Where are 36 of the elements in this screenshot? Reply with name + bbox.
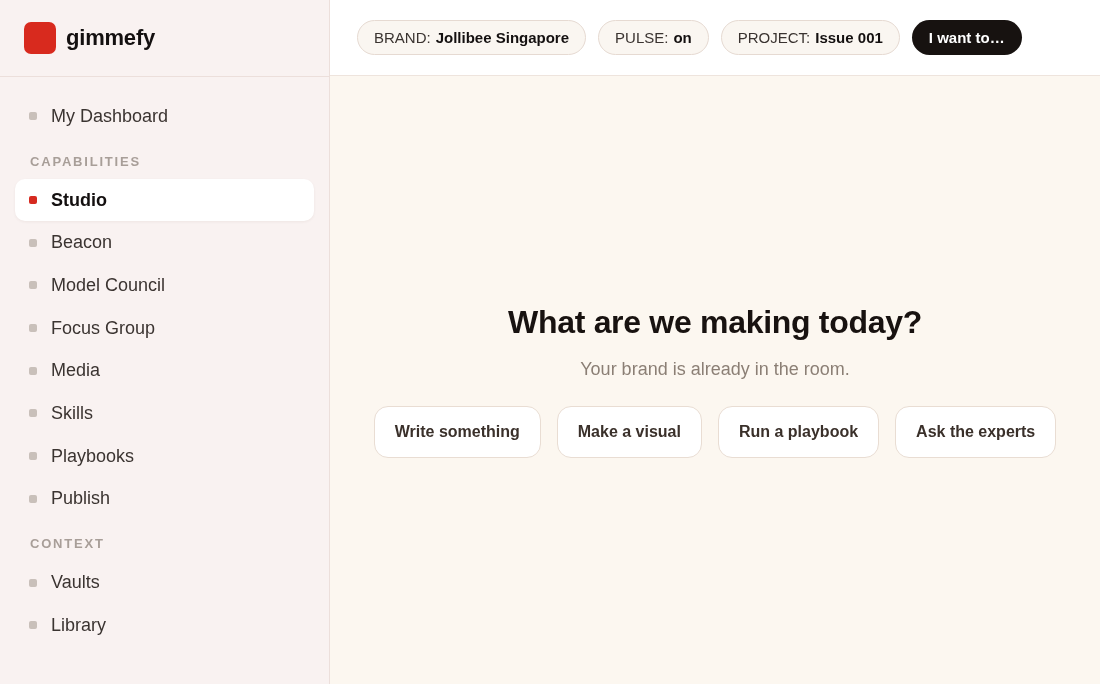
- bullet-icon: [29, 366, 37, 375]
- nav-item[interactable]: My Dashboard: [15, 95, 314, 138]
- page-subheading: Your brand is already in the room.: [580, 357, 850, 380]
- bullet-icon: [29, 621, 37, 630]
- section-heading: CAPABILITIES: [29, 152, 142, 171]
- context-chip[interactable]: BRAND: Jollibee Singapore: [357, 20, 587, 55]
- nav-item[interactable]: Beacon: [15, 221, 314, 265]
- nav-item[interactable]: Model Council: [15, 264, 314, 307]
- nav-item[interactable]: Playbooks: [15, 434, 314, 478]
- section-heading: CONTEXT: [29, 535, 106, 554]
- nav-item[interactable]: Studio: [15, 178, 314, 222]
- bullet-icon: [29, 112, 37, 121]
- logo-text: gimmefy: [66, 25, 156, 51]
- nav-item[interactable]: Skills: [15, 392, 314, 435]
- bullet-icon: [29, 409, 37, 418]
- logo-icon: [24, 22, 56, 54]
- bullet-icon: [29, 452, 37, 461]
- bullet-icon: [29, 238, 37, 247]
- nav-item[interactable]: Media: [15, 349, 314, 393]
- page-heading: What are we making today?: [508, 302, 922, 341]
- quick-action-button[interactable]: Make a visual: [556, 405, 702, 458]
- bullet-icon: [29, 281, 37, 290]
- nav-item[interactable]: Vaults: [15, 561, 314, 604]
- quick-action-button[interactable]: Write something: [373, 405, 541, 458]
- quick-action-button[interactable]: Run a playbook: [717, 405, 880, 458]
- bullet-icon: [29, 494, 37, 503]
- context-chip[interactable]: PULSE: on: [598, 20, 709, 55]
- nav-item[interactable]: Publish: [15, 477, 314, 521]
- context-chip[interactable]: PROJECT: Issue 001: [720, 20, 900, 55]
- quick-action-button[interactable]: Ask the experts: [895, 405, 1057, 458]
- action-button[interactable]: I want to…: [911, 20, 1022, 55]
- nav-item[interactable]: Library: [15, 603, 314, 647]
- bullet-icon: [29, 324, 37, 333]
- bullet-icon: [29, 196, 37, 205]
- bullet-icon: [29, 578, 37, 587]
- nav-item[interactable]: Focus Group: [15, 306, 314, 350]
